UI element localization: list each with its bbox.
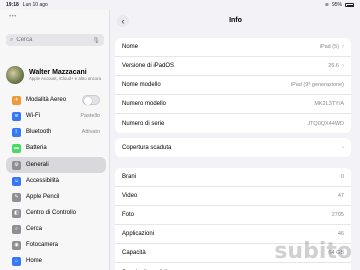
main-panel: ‹ Info Nome iPad (5) › Versione di iPadOS 26… [111, 10, 360, 270]
sidebar-item-generali[interactable]: ⚙ Generali [6, 157, 106, 173]
info-row-label: Brani [122, 174, 137, 180]
status-bar: 19:18 Lun 10 ago ≋ 95% [0, 0, 360, 10]
search-icon: ⌕ [12, 224, 21, 234]
sidebar-item-accessibilit-[interactable]: ☺ Accessibilità [6, 173, 106, 189]
search-icon: ⌕ [10, 36, 14, 43]
info-card-device: Nome iPad (5) › Versione di iPadOS 26.6 › Nome… [115, 38, 351, 133]
status-date: Lun 10 ago [22, 2, 48, 8]
battery-icon: ▬ [12, 143, 21, 153]
sidebar-item-centro-di-controllo[interactable]: ◧ Centro di Controllo [6, 205, 106, 221]
info-card-coverage: Copertura scaduta › [115, 138, 351, 157]
info-row-value: iPad (5) [319, 44, 339, 50]
info-row-foto: Foto 2705 [115, 206, 351, 225]
wifi-status-icon: ≋ [324, 2, 329, 8]
info-row-value: JTQ0QX44WD [307, 120, 344, 127]
info-row-value: 2705 [331, 212, 344, 218]
sidebar-item-cerca[interactable]: ⌕ Cerca [6, 221, 106, 237]
sidebar-item-wi-fi[interactable]: ≋ Wi-Fi Pastello [6, 108, 106, 124]
chevron-right-icon: › [342, 44, 344, 50]
sidebar-item-value: Pastello [80, 113, 100, 119]
watermark-logo: subito [274, 239, 352, 264]
sidebar-item-label: Generali [26, 162, 49, 168]
sidebar-item-fotocamera[interactable]: ◉ Fotocamera [6, 237, 106, 253]
battery-status-icon [345, 3, 354, 7]
page-title: Info [229, 17, 242, 24]
pencil-icon: ✎ [12, 192, 21, 202]
sidebar-group-general: ⚙ Generali ☺ Accessibilità ✎ Apple Pencil ◧ Cen… [6, 157, 106, 269]
info-row-value: 26.6 [328, 63, 339, 69]
sidebar-item-bluetooth[interactable]: ᛒ Bluetooth Attivato [6, 124, 106, 140]
info-row-label: Capacità [122, 250, 146, 256]
info-row-numero-modello: Numero modello MK2L3TY/A [115, 95, 351, 114]
sidebar-item-label: Apple Pencil [26, 194, 60, 200]
info-row-value: MK2L3TY/A [314, 101, 344, 107]
airplane-mode-toggle[interactable] [82, 95, 100, 105]
avatar [6, 66, 24, 84]
accessibility-icon: ☺ [12, 176, 21, 186]
chevron-right-icon: › [342, 63, 344, 69]
sidebar-item-apple-pencil[interactable]: ✎ Apple Pencil [6, 189, 106, 205]
sidebar-item-label: Accessibilità [26, 178, 60, 184]
info-row-nome-modello: Nome modello iPad (9ª generazione) [115, 76, 351, 95]
info-row-value: 46 [337, 231, 344, 237]
info-row-value: 0 [340, 174, 344, 180]
sidebar-item-label: Wi-Fi [26, 113, 40, 119]
home-icon: ⌂ [12, 256, 21, 266]
sidebar-item-batteria[interactable]: ▬ Batteria [6, 140, 106, 156]
sidebar: ••• ⌕ 🎙 Walter Mazzacani Apple Account, … [0, 10, 110, 270]
microphone-icon[interactable]: 🎙 [92, 37, 100, 44]
info-row-label: Foto [122, 212, 135, 218]
info-row-spazio-disponibile: Spazio disponibile18,53 GB [115, 263, 351, 270]
info-row-label: Applicazioni [122, 231, 155, 237]
sidebar-group-connectivity: ✈ Modalità Aereo ≋ Wi-Fi Pastello ᛒ Bluetooth A… [6, 92, 106, 156]
info-row-brani: Brani 0 [115, 168, 351, 187]
window-dots-icon[interactable]: ••• [9, 14, 17, 20]
sidebar-item-label: Cerca [26, 226, 43, 232]
battery-percent: 95% [331, 2, 342, 8]
info-row-label: Video [122, 193, 138, 199]
sidebar-item-home[interactable]: ⌂ Home [6, 253, 106, 269]
camera-icon: ◉ [12, 240, 21, 250]
profile-name: Walter Mazzacani [29, 69, 87, 76]
search-input[interactable] [16, 37, 87, 43]
sidebar-item-label: Bluetooth [26, 129, 52, 135]
info-row-versione-di-ipados[interactable]: Versione di iPadOS 26.6 › [115, 57, 351, 76]
info-row-numero-di-serie: Numero di serie JTQ0QX44WD [115, 114, 351, 133]
info-row-value: 47 [337, 193, 344, 199]
profile-subtitle: Apple Account, iCloud+ e altro ancora [29, 76, 102, 81]
info-row-video: Video 47 [115, 187, 351, 206]
search-bar[interactable]: ⌕ 🎙 [6, 34, 104, 46]
status-time: 19:18 [6, 2, 19, 8]
info-row-label: Versione di iPadOS [122, 63, 175, 69]
gear-icon: ⚙ [12, 160, 21, 170]
status-right: ≋ 95% [325, 2, 354, 8]
bluetooth-icon: ᛒ [12, 127, 21, 137]
profile-row[interactable]: Walter Mazzacani Apple Account, iCloud+ … [6, 60, 106, 90]
info-row-copertura-scaduta[interactable]: Copertura scaduta › [115, 138, 351, 157]
sidebar-item-label: Fotocamera [26, 242, 59, 248]
sidebar-item-label: Modalità Aereo [26, 97, 67, 103]
airplane-icon: ✈ [12, 95, 21, 105]
info-row-value: iPad (9ª generazione) [290, 82, 344, 88]
info-row-label: Numero di serie [122, 120, 165, 127]
sidebar-item-value: Attivato [81, 129, 100, 135]
info-row-label: Numero modello [122, 101, 167, 107]
sidebar-item-label: Centro di Controllo [26, 210, 77, 216]
info-row-label: Copertura scaduta [122, 144, 172, 151]
wifi-icon: ≋ [12, 111, 21, 121]
info-row-label: Nome modello [122, 82, 161, 88]
sidebar-item-label: Batteria [26, 145, 47, 151]
info-row-nome[interactable]: Nome iPad (5) › [115, 38, 351, 57]
chevron-right-icon: › [342, 144, 344, 151]
sidebar-item-label: Home [26, 258, 43, 264]
control-center-icon: ◧ [12, 208, 21, 218]
info-row-label: Nome [122, 44, 139, 50]
sidebar-item-modalit-aereo[interactable]: ✈ Modalità Aereo [6, 92, 106, 108]
